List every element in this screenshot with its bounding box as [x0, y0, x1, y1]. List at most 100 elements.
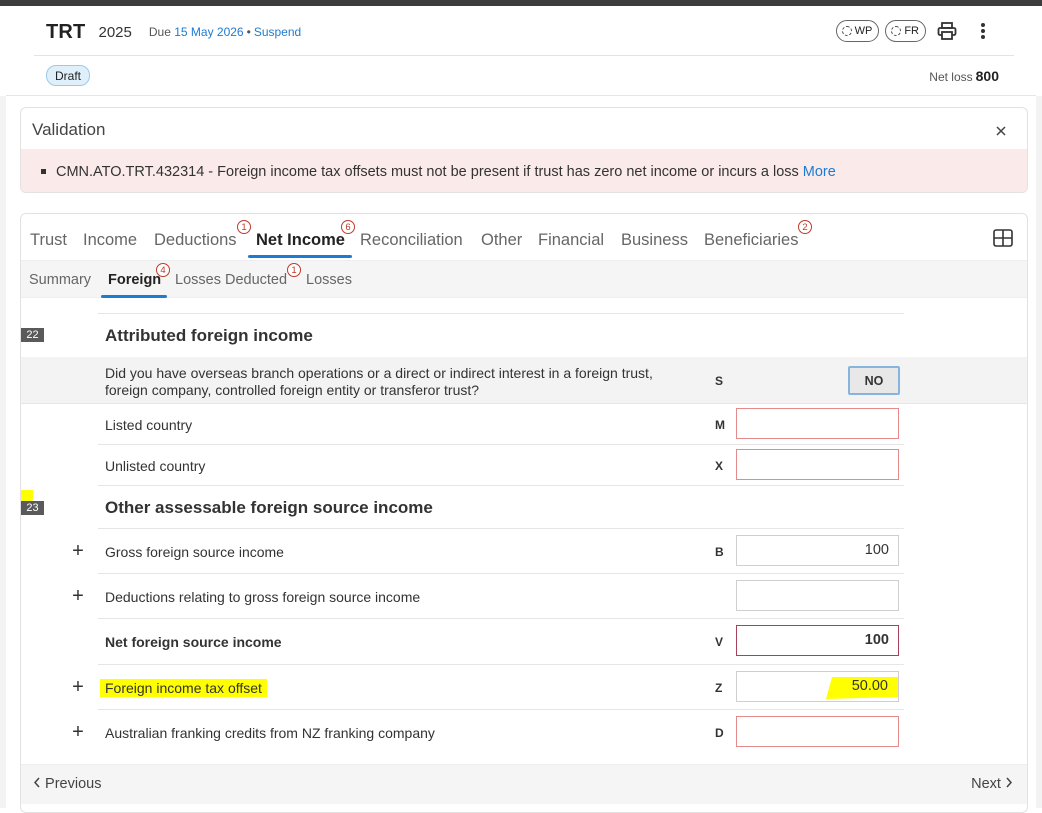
overseas-question-line-1: Did you have overseas branch operations … — [105, 365, 653, 381]
code-z: Z — [715, 681, 723, 695]
active-tab-indicator — [248, 255, 352, 258]
net-loss-summary: Net loss 800 — [929, 68, 999, 84]
subtab-summary[interactable]: Summary — [29, 272, 91, 288]
foreign-tax-offset-row: + Foreign income tax offset Z 50.00 — [72, 665, 904, 710]
validation-panel: Validation CMN.ATO.TRT.432314 - Foreign … — [20, 107, 1028, 193]
subtab-losses-deducted-badge: 1 — [287, 263, 301, 277]
section-number-22: 22 — [21, 328, 44, 342]
wp-label: WP — [854, 25, 873, 37]
foreign-tax-offset-input[interactable]: 50.00 — [736, 671, 899, 702]
net-loss-value: 800 — [975, 68, 999, 84]
deductions-foreign-income-input[interactable] — [736, 580, 899, 611]
nz-franking-credits-row: + Australian franking credits from NZ fr… — [72, 710, 904, 755]
validation-message-row: CMN.ATO.TRT.432314 - Foreign income tax … — [21, 149, 1027, 192]
wp-button[interactable]: WP — [835, 20, 880, 42]
code-b: B — [715, 545, 724, 559]
overseas-question-row: Did you have overseas branch operations … — [21, 357, 1027, 404]
tab-business[interactable]: Business — [621, 231, 688, 250]
validation-title: Validation — [32, 120, 106, 139]
listed-country-input[interactable] — [736, 408, 899, 439]
dashed-circle-icon — [841, 26, 852, 36]
sub-tabs: Summary Foreign 4 Losses Deducted 1 Loss… — [21, 260, 1027, 298]
subtab-losses-deducted[interactable]: Losses Deducted — [175, 272, 287, 288]
due-label: Due 15 May 2026 — [149, 25, 244, 39]
chevron-left-icon — [33, 777, 40, 788]
active-subtab-indicator — [101, 295, 167, 298]
print-button[interactable] — [932, 19, 962, 43]
next-button[interactable]: Next — [971, 776, 1013, 792]
fr-button[interactable]: FR — [885, 20, 926, 42]
unlisted-country-input[interactable] — [736, 449, 899, 480]
more-link[interactable]: More — [803, 164, 836, 180]
header-divider — [34, 55, 1014, 56]
gross-foreign-income-label: Gross foreign source income — [105, 544, 284, 560]
close-icon — [996, 126, 1006, 136]
status-badge: Draft — [46, 65, 91, 86]
validation-message: CMN.ATO.TRT.432314 - Foreign income tax … — [56, 163, 799, 180]
tab-trust[interactable]: Trust — [30, 231, 67, 250]
listed-country-label: Listed country — [105, 417, 193, 433]
code-v: V — [715, 635, 724, 649]
tab-financial[interactable]: Financial — [538, 231, 604, 250]
unlisted-country-row: Unlisted country X — [98, 445, 904, 486]
gross-foreign-income-input[interactable]: 100 — [736, 535, 899, 566]
chevron-right-icon — [1006, 777, 1013, 788]
listed-country-row: Listed country M — [98, 404, 904, 445]
suspend-link[interactable]: Suspend — [254, 25, 301, 39]
left-gutter — [0, 96, 6, 808]
tab-other[interactable]: Other — [481, 231, 522, 250]
next-label: Next — [971, 776, 1001, 792]
net-foreign-income-row: Net foreign source income V 100 — [98, 619, 904, 665]
section-23-header-row — [98, 486, 904, 529]
subtab-losses[interactable]: Losses — [306, 272, 352, 288]
header-separator: • — [246, 25, 251, 39]
net-foreign-income-label: Net foreign source income — [105, 634, 282, 650]
dashed-circle-icon — [891, 26, 902, 36]
top-bar — [0, 0, 1042, 6]
gross-foreign-income-row: + Gross foreign source income B 100 — [72, 529, 904, 574]
fr-label: FR — [904, 25, 919, 37]
subtab-foreign[interactable]: Foreign — [108, 272, 161, 288]
layout-toggle-button[interactable] — [993, 229, 1013, 252]
due-date-link[interactable]: 15 May 2026 — [174, 25, 243, 39]
deductions-foreign-income-row: + Deductions relating to gross foreign s… — [72, 574, 904, 619]
code-m: M — [715, 418, 725, 432]
tab-beneficiaries[interactable]: Beneficiaries — [704, 231, 798, 250]
bullet-icon — [41, 169, 46, 174]
section-22-top-line — [98, 313, 904, 314]
net-loss-label: Net loss — [929, 70, 973, 84]
expand-nz-button[interactable]: + — [70, 722, 86, 742]
code-d: D — [715, 726, 724, 740]
tab-net-income[interactable]: Net Income — [256, 231, 345, 250]
nz-franking-credits-input[interactable] — [736, 716, 899, 747]
return-year: 2025 — [98, 23, 132, 41]
overseas-no-toggle[interactable]: NO — [848, 366, 900, 395]
tab-net-income-badge: 6 — [341, 220, 355, 234]
due-prefix: Due — [148, 25, 171, 39]
form-panel: Trust Income Deductions 1 Net Income 6 R… — [20, 213, 1028, 813]
tab-deductions[interactable]: Deductions — [154, 231, 237, 250]
close-validation-button[interactable] — [993, 120, 1009, 141]
tab-deductions-badge: 1 — [237, 220, 251, 234]
tab-income[interactable]: Income — [83, 231, 137, 250]
expand-deductions-button[interactable]: + — [70, 586, 86, 606]
tab-reconciliation[interactable]: Reconciliation — [360, 231, 463, 250]
header-actions: WP FR — [835, 19, 998, 43]
form-footer: Previous Next — [21, 764, 1027, 804]
expand-gross-button[interactable]: + — [70, 541, 86, 561]
main-tabs: Trust Income Deductions 1 Net Income 6 R… — [21, 214, 1027, 260]
section-divider — [6, 95, 1036, 96]
expand-offset-button[interactable]: + — [70, 677, 86, 697]
previous-button[interactable]: Previous — [33, 776, 101, 792]
deductions-foreign-income-label: Deductions relating to gross foreign sou… — [105, 589, 421, 605]
foreign-tax-offset-label: Foreign income tax offset — [100, 679, 267, 697]
right-gutter — [1036, 96, 1042, 808]
nz-franking-credits-label: Australian franking credits from NZ fran… — [105, 725, 435, 741]
overseas-question: Did you have overseas branch operations … — [105, 365, 653, 399]
return-header: TRT 2025 Due 15 May 2026 • Suspend — [46, 18, 301, 46]
previous-label: Previous — [45, 776, 102, 792]
grid-icon — [993, 229, 1013, 247]
more-options-button[interactable] — [968, 19, 998, 43]
section-number-23: 23 — [21, 501, 44, 515]
tab-beneficiaries-badge: 2 — [798, 220, 812, 234]
